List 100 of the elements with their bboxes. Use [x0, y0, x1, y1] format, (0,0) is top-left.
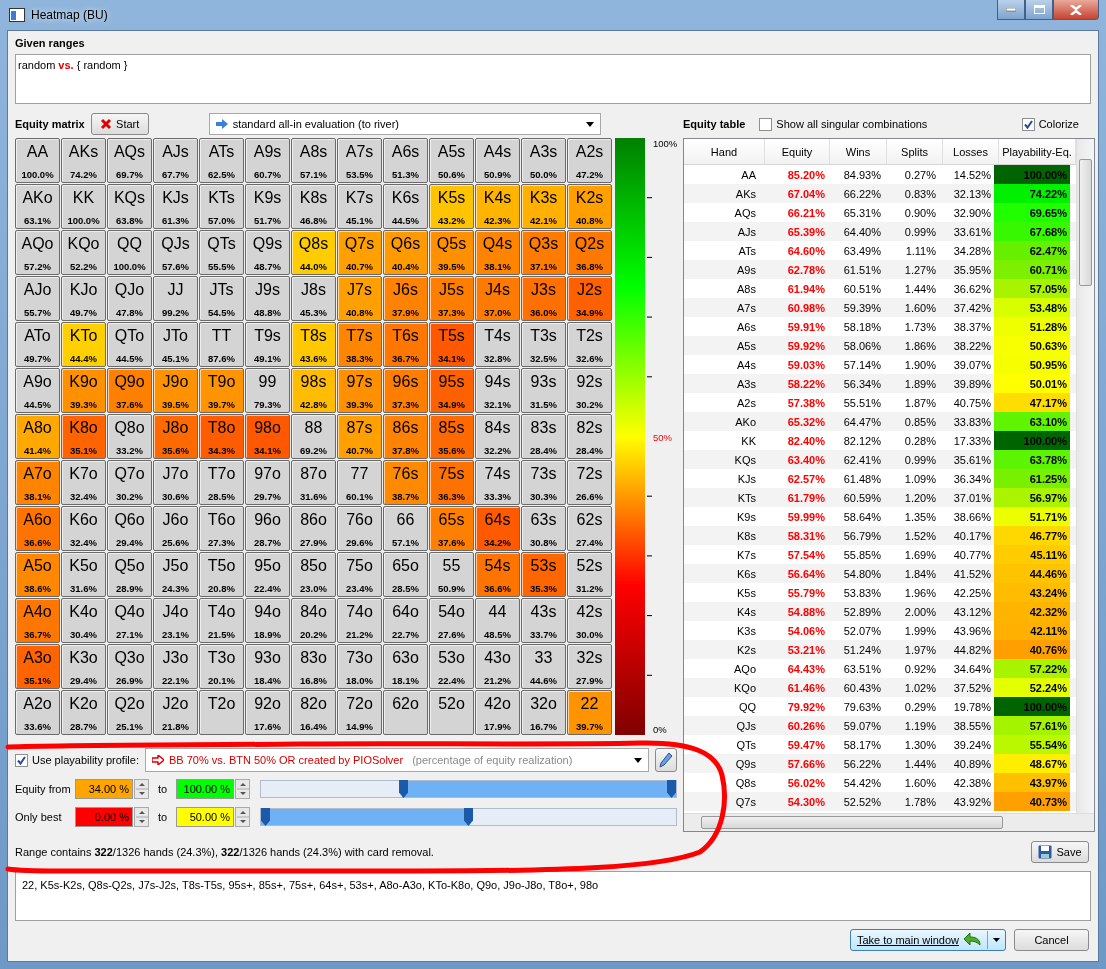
matrix-cell[interactable]: KJo 49.7%: [61, 276, 106, 321]
matrix-cell[interactable]: 43s 33.7%: [521, 598, 566, 643]
table-row[interactable]: KTs 61.79% 60.59% 1.20% 37.01% 56.97%: [684, 488, 1076, 507]
matrix-cell[interactable]: 43o 21.2%: [475, 644, 520, 689]
matrix-cell[interactable]: J9o 39.5%: [153, 368, 198, 413]
matrix-cell[interactable]: Q5s 39.5%: [429, 230, 474, 275]
matrix-cell[interactable]: Q3s 37.1%: [521, 230, 566, 275]
matrix-cell[interactable]: 98s 42.8%: [291, 368, 336, 413]
slider-thumb[interactable]: [667, 780, 676, 798]
matrix-cell[interactable]: 97o 29.7%: [245, 460, 290, 505]
horizontal-scrollbar[interactable]: [684, 813, 1094, 831]
matrix-cell[interactable]: K6s 44.5%: [383, 184, 428, 229]
matrix-cell[interactable]: K9s 51.7%: [245, 184, 290, 229]
matrix-cell[interactable]: A9o 44.5%: [15, 368, 60, 413]
matrix-cell[interactable]: 73s 30.3%: [521, 460, 566, 505]
checkbox[interactable]: [759, 117, 773, 131]
matrix-cell[interactable]: 97s 39.3%: [337, 368, 382, 413]
table-row[interactable]: QQ 79.92% 79.63% 0.29% 19.78% 100.00%: [684, 697, 1076, 716]
table-row[interactable]: K3s 54.06% 52.07% 1.99% 43.96% 42.11%: [684, 621, 1076, 640]
matrix-cell[interactable]: AJs 67.7%: [153, 138, 198, 183]
slider-thumb[interactable]: [399, 780, 409, 798]
table-row[interactable]: A3s 58.22% 56.34% 1.89% 39.89% 50.01%: [684, 374, 1076, 393]
matrix-cell[interactable]: 95o 22.4%: [245, 552, 290, 597]
matrix-cell[interactable]: 93s 31.5%: [521, 368, 566, 413]
table-row[interactable]: K8s 58.31% 56.79% 1.52% 40.17% 46.77%: [684, 526, 1076, 545]
table-row[interactable]: K5s 55.79% 53.83% 1.96% 42.25% 43.24%: [684, 583, 1076, 602]
matrix-cell[interactable]: 94o 18.9%: [245, 598, 290, 643]
matrix-cell[interactable]: 74s 33.3%: [475, 460, 520, 505]
matrix-cell[interactable]: QJs 57.6%: [153, 230, 198, 275]
matrix-cell[interactable]: 54o 27.6%: [429, 598, 474, 643]
table-row[interactable]: KQo 61.46% 60.43% 1.02% 37.52% 52.24%: [684, 678, 1076, 697]
matrix-cell[interactable]: J2s 34.9%: [567, 276, 612, 321]
matrix-cell[interactable]: Q9o 37.6%: [107, 368, 152, 413]
matrix-cell[interactable]: A2s 47.2%: [567, 138, 612, 183]
matrix-cell[interactable]: J2o 21.8%: [153, 690, 198, 735]
matrix-cell[interactable]: 88 69.2%: [291, 414, 336, 459]
table-row[interactable]: KQs 63.40% 62.41% 0.99% 35.61% 63.78%: [684, 450, 1076, 469]
matrix-cell[interactable]: A8s 57.1%: [291, 138, 336, 183]
table-row[interactable]: Q9s 57.66% 56.22% 1.44% 40.89% 48.67%: [684, 754, 1076, 773]
spin-buttons[interactable]: [235, 807, 250, 827]
matrix-cell[interactable]: 55 50.9%: [429, 552, 474, 597]
matrix-cell[interactable]: J6s 37.9%: [383, 276, 428, 321]
matrix-cell[interactable]: ATo 49.7%: [15, 322, 60, 367]
matrix-cell[interactable]: T9s 49.1%: [245, 322, 290, 367]
maximize-button[interactable]: [1025, 0, 1053, 20]
matrix-cell[interactable]: A3o 35.1%: [15, 644, 60, 689]
matrix-cell[interactable]: 63s 30.8%: [521, 506, 566, 551]
column-header[interactable]: Equity: [765, 139, 830, 164]
matrix-cell[interactable]: A7s 53.5%: [337, 138, 382, 183]
matrix-cell[interactable]: 73o 18.0%: [337, 644, 382, 689]
matrix-cell[interactable]: 84s 32.2%: [475, 414, 520, 459]
table-row[interactable]: AQo 64.43% 63.51% 0.92% 34.64% 57.22%: [684, 659, 1076, 678]
table-row[interactable]: AKs 67.04% 66.22% 0.83% 32.13% 74.22%: [684, 184, 1076, 203]
matrix-cell[interactable]: T9o 39.7%: [199, 368, 244, 413]
matrix-cell[interactable]: 94s 32.1%: [475, 368, 520, 413]
matrix-cell[interactable]: 62o: [383, 690, 428, 735]
take-to-main-window-button[interactable]: Take to main window: [849, 929, 1006, 951]
matrix-cell[interactable]: QTo 44.5%: [107, 322, 152, 367]
table-row[interactable]: KK 82.40% 82.12% 0.28% 17.33% 100.00%: [684, 431, 1076, 450]
matrix-cell[interactable]: 53o 22.4%: [429, 644, 474, 689]
table-row[interactable]: A4s 59.03% 57.14% 1.90% 39.07% 50.95%: [684, 355, 1076, 374]
matrix-cell[interactable]: 76o 29.6%: [337, 506, 382, 551]
evaluation-dropdown[interactable]: standard all-in evaluation (to river): [208, 113, 601, 135]
matrix-cell[interactable]: TT 87.6%: [199, 322, 244, 367]
matrix-cell[interactable]: K6o 32.4%: [61, 506, 106, 551]
matrix-cell[interactable]: AKo 63.1%: [15, 184, 60, 229]
matrix-cell[interactable]: T2o: [199, 690, 244, 735]
range-slider[interactable]: [260, 780, 677, 798]
matrix-cell[interactable]: K8s 46.8%: [291, 184, 336, 229]
matrix-cell[interactable]: KTs 57.0%: [199, 184, 244, 229]
matrix-cell[interactable]: T5o 20.8%: [199, 552, 244, 597]
matrix-cell[interactable]: 92o 17.6%: [245, 690, 290, 735]
slider-thumb[interactable]: [464, 808, 473, 826]
matrix-cell[interactable]: J4s 37.0%: [475, 276, 520, 321]
matrix-cell[interactable]: K8o 35.1%: [61, 414, 106, 459]
matrix-cell[interactable]: KQo 52.2%: [61, 230, 106, 275]
matrix-cell[interactable]: 44 48.5%: [475, 598, 520, 643]
number-field[interactable]: 50.00 %: [176, 807, 234, 827]
matrix-cell[interactable]: JTo 45.1%: [153, 322, 198, 367]
table-row[interactable]: A9s 62.78% 61.51% 1.27% 35.95% 60.71%: [684, 260, 1076, 279]
matrix-cell[interactable]: K3o 29.4%: [61, 644, 106, 689]
minimize-button[interactable]: [997, 0, 1025, 20]
edit-button[interactable]: [655, 748, 677, 772]
matrix-cell[interactable]: K5s 43.2%: [429, 184, 474, 229]
column-header[interactable]: Losses: [943, 139, 999, 164]
matrix-cell[interactable]: Q6s 40.4%: [383, 230, 428, 275]
matrix-cell[interactable]: 82s 28.4%: [567, 414, 612, 459]
matrix-cell[interactable]: T6s 36.7%: [383, 322, 428, 367]
table-row[interactable]: A5s 59.92% 58.06% 1.86% 38.22% 50.63%: [684, 336, 1076, 355]
matrix-cell[interactable]: J4o 23.1%: [153, 598, 198, 643]
table-row[interactable]: Q7s 54.30% 52.52% 1.78% 43.92% 40.73%: [684, 792, 1076, 811]
matrix-cell[interactable]: JJ 99.2%: [153, 276, 198, 321]
matrix-cell[interactable]: ATs 62.5%: [199, 138, 244, 183]
matrix-cell[interactable]: Q9s 48.7%: [245, 230, 290, 275]
matrix-cell[interactable]: Q3o 26.9%: [107, 644, 152, 689]
matrix-cell[interactable]: K5o 31.6%: [61, 552, 106, 597]
number-field[interactable]: 100.00 %: [176, 779, 234, 799]
matrix-cell[interactable]: 72o 14.9%: [337, 690, 382, 735]
matrix-cell[interactable]: J7s 40.8%: [337, 276, 382, 321]
number-field[interactable]: 34.00 %: [75, 779, 133, 799]
